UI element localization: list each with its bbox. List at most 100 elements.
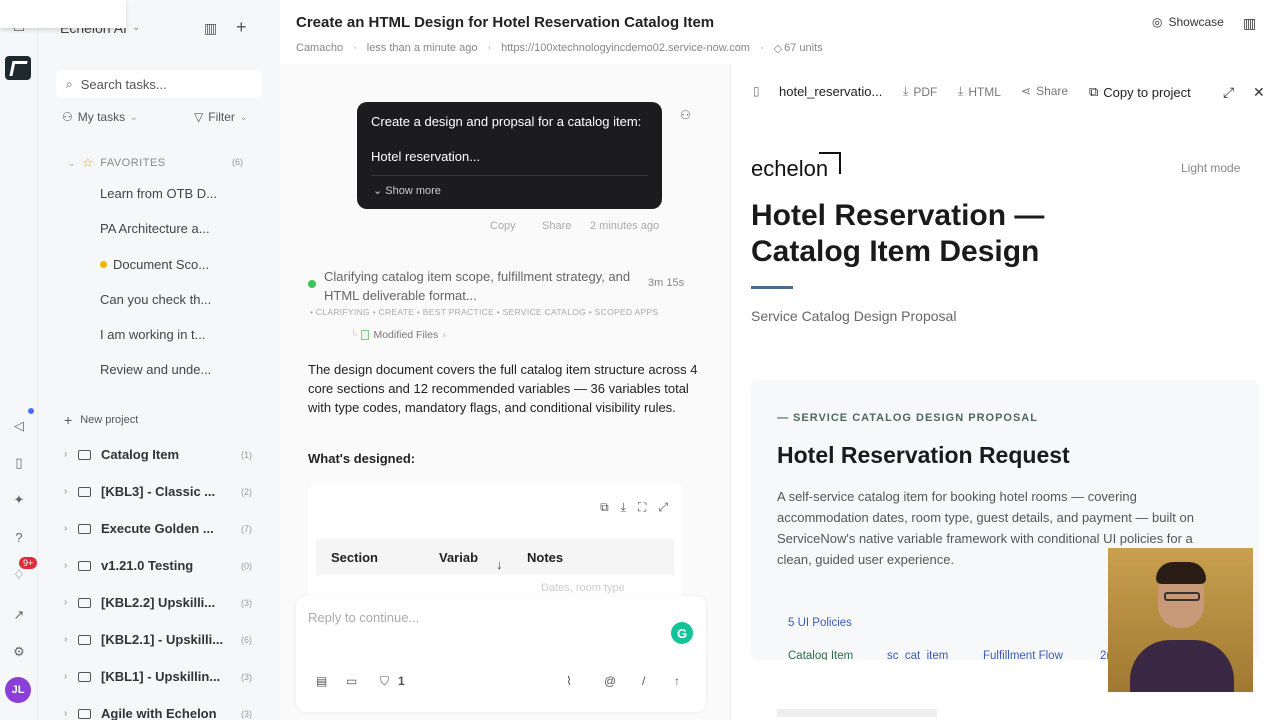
project-count: (3) <box>241 598 252 608</box>
project-label: [KBL2.2] Upskilli... <box>101 595 216 610</box>
copy-to-project-button[interactable]: ⧉ Copy to project <box>1089 84 1191 100</box>
project-item[interactable]: › Execute Golden ... <box>64 521 214 536</box>
filter-icon: ▽ <box>194 110 204 124</box>
share-button[interactable]: Share <box>542 220 571 232</box>
new-project-button[interactable]: + New project <box>64 412 138 428</box>
send-icon[interactable]: ↑ <box>674 674 680 688</box>
my-tasks-dropdown[interactable]: ⚇ My tasks ⌄ <box>62 110 138 124</box>
copy-button[interactable]: Copy <box>490 220 516 232</box>
search-icon: ⌕ <box>66 76 73 91</box>
folder-icon[interactable]: ▭ <box>346 674 357 688</box>
avatar[interactable]: JL <box>5 677 31 703</box>
sparkle-icon[interactable]: ✦ <box>7 488 31 512</box>
favorite-item[interactable]: Learn from OTB D... <box>100 186 217 201</box>
download-icon[interactable]: ⤓ <box>621 500 626 515</box>
favorite-item-label: Learn from OTB D... <box>100 186 218 201</box>
trend-icon[interactable]: ↗ <box>7 603 31 627</box>
modified-files-link[interactable]: └ Modified Files › <box>350 329 446 341</box>
favorite-item[interactable]: Document Sco... <box>100 257 209 272</box>
step-description[interactable]: Clarifying catalog item scope, fulfillme… <box>324 267 634 305</box>
pdf-button[interactable]: ⤓ PDF <box>903 84 937 99</box>
chevron-right-icon: › <box>64 560 68 571</box>
table-header: Section Variab Notes <box>316 539 674 575</box>
meta-url[interactable]: https://100xtechnologyincdemo02.service-… <box>501 42 750 55</box>
presenter-body <box>1130 640 1234 692</box>
project-count: (1) <box>241 450 252 460</box>
status-dot <box>308 280 316 288</box>
my-tasks-label: My tasks <box>77 110 126 124</box>
scroll-down-icon[interactable]: ↓ <box>496 557 503 572</box>
task-meta: Camacho · less than a minute ago · https… <box>296 42 823 55</box>
attach-icon[interactable]: ⌇ <box>566 674 572 688</box>
tag-chip: sc_cat_item <box>887 650 949 660</box>
megaphone-icon[interactable]: ◁ <box>7 414 31 438</box>
echelon-logo-icon[interactable] <box>5 56 31 80</box>
favorite-item-label: Document Sco... <box>113 257 210 272</box>
side-panel-icon[interactable]: ▥ <box>1243 15 1256 32</box>
project-count: (7) <box>241 524 252 534</box>
mention-icon[interactable]: @ <box>604 674 616 688</box>
project-label: Agile with Echelon <box>101 706 217 720</box>
favorite-item[interactable]: Can you check th... <box>100 292 211 307</box>
sidebar-layout-icon[interactable]: ▥ <box>204 20 217 37</box>
show-more-button[interactable]: ⌄ Show more <box>373 184 441 197</box>
expand-icon[interactable]: ⤢ <box>658 500 668 515</box>
chevron-down-icon[interactable]: ⌄ <box>132 22 140 33</box>
project-label: v1.21.0 Testing <box>101 558 194 573</box>
user-icon: ⚇ <box>680 108 691 122</box>
html-button[interactable]: ⤓ HTML <box>958 84 1001 99</box>
light-mode-toggle[interactable]: Light mode <box>1181 161 1240 175</box>
database-icon[interactable]: ▤ <box>316 674 327 688</box>
book-icon[interactable]: ▯ <box>7 451 31 475</box>
grammarly-icon[interactable]: G <box>671 622 693 644</box>
favorite-item[interactable]: I am working in t... <box>100 327 205 342</box>
modified-files-label: Modified Files <box>373 329 439 341</box>
copy-icon[interactable]: ⧉ <box>600 500 609 515</box>
close-icon[interactable]: ✕ <box>1253 84 1265 101</box>
project-label: [KBL3] - Classic ... <box>101 484 216 499</box>
slash-command-icon[interactable]: / <box>642 674 645 688</box>
project-item[interactable]: › v1.21.0 Testing <box>64 558 193 573</box>
project-item[interactable]: › [KBL3] - Classic ... <box>64 484 215 499</box>
divider <box>371 175 648 176</box>
project-item[interactable]: › [KBL1] - Upskillin... <box>64 669 220 684</box>
favorite-item[interactable]: Review and unde... <box>100 362 211 377</box>
echelon-logo: echelon <box>751 156 829 181</box>
user-message-line: Create a design and propsal for a catalo… <box>371 114 642 129</box>
shield-icon[interactable]: ⛉ <box>380 674 389 689</box>
tag-chip: 5 UI Policies <box>788 617 852 629</box>
showcase-label: Showcase <box>1168 15 1224 29</box>
meta-time: less than a minute ago <box>366 42 478 54</box>
file-icon <box>361 330 370 340</box>
folder-icon <box>78 597 91 608</box>
share-button[interactable]: ⋖ Share <box>1021 84 1068 98</box>
project-item[interactable]: › [KBL2.2] Upskilli... <box>64 595 215 610</box>
project-item[interactable]: › Agile with Echelon <box>64 706 217 720</box>
favorites-header[interactable]: ⌄ ☆ FAVORITES <box>68 155 166 171</box>
search-placeholder: Search tasks... <box>80 76 167 92</box>
folder-icon <box>78 671 91 682</box>
reply-placeholder: Reply to continue... <box>308 610 420 625</box>
project-item[interactable]: › Catalog Item <box>64 447 179 462</box>
help-icon[interactable]: ? <box>7 525 31 549</box>
table-toolbar: ⧉ ⤓ ⛶ ⤢ <box>600 500 668 515</box>
file-name: hotel_reservatio... <box>779 84 883 99</box>
reply-input[interactable]: Reply to continue... G ▤ ▭ ⛉ 1 ⌇ @ / ↑ <box>296 596 706 712</box>
filter-button[interactable]: ▽ Filter ⌄ <box>194 110 247 124</box>
favorite-item[interactable]: PA Architecture a... <box>100 221 210 236</box>
tag-chip: Fulfillment Flow <box>983 650 1063 660</box>
card-eyebrow: — SERVICE CATALOG DESIGN PROPOSAL <box>777 412 1038 424</box>
showcase-button[interactable]: ◎ Showcase <box>1152 15 1224 29</box>
project-count: (6) <box>241 635 252 645</box>
project-item[interactable]: › [KBL2.1] - Upskilli... <box>64 632 223 647</box>
fullscreen-icon[interactable]: ⛶ <box>638 500 646 515</box>
expand-icon[interactable]: ⤢ <box>1223 84 1234 101</box>
new-task-icon[interactable]: + <box>236 17 247 38</box>
column-header: Variab <box>439 549 479 565</box>
search-input[interactable]: ⌕ Search tasks... <box>56 70 262 98</box>
status-dot <box>100 261 107 268</box>
user-icon: ⚇ <box>62 110 73 124</box>
project-label: [KBL1] - Upskillin... <box>101 669 221 684</box>
gear-icon[interactable]: ⚙ <box>7 640 31 664</box>
user-message: Create a design and propsal for a catalo… <box>357 102 662 209</box>
